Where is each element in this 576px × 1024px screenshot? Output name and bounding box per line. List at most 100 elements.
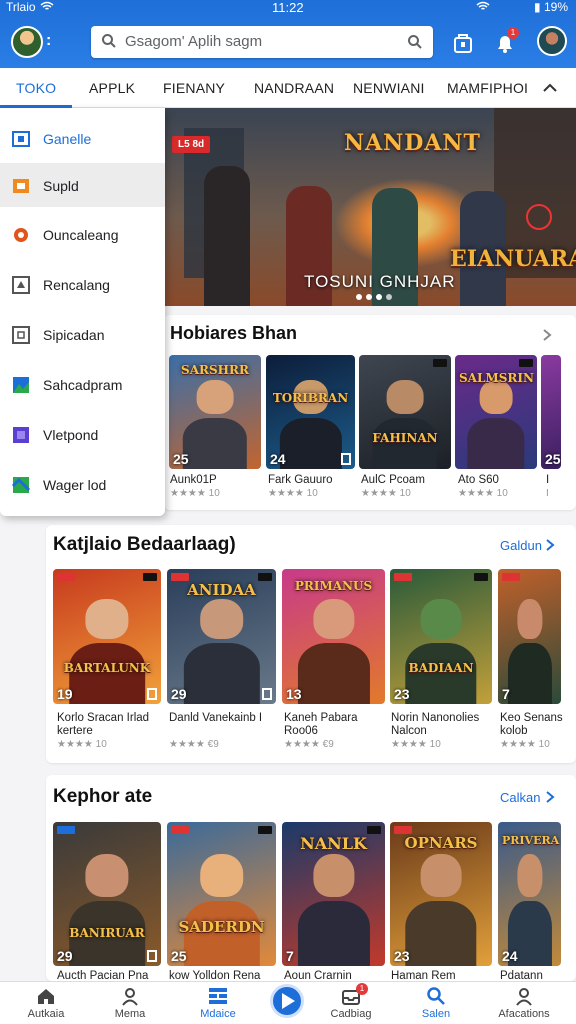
character-body: [405, 901, 477, 966]
game-name[interactable]: Kaneh Pabara Roo06: [284, 712, 384, 738]
tab-fienany[interactable]: FIENANY: [163, 80, 225, 96]
rating-badge: [502, 573, 520, 581]
platform-badge: [474, 573, 488, 581]
game-rank: 29: [171, 686, 187, 702]
game-tile[interactable]: SARSHRR 25: [169, 355, 261, 469]
banner-hero-1: [204, 166, 250, 306]
game-tile[interactable]: OPNARS 23: [390, 822, 492, 966]
menu-item-ganelle[interactable]: Ganelle: [0, 116, 165, 160]
home-icon: [38, 989, 54, 1004]
game-tile[interactable]: NANLK 7: [282, 822, 385, 966]
menu-item-supld[interactable]: Supld: [0, 163, 165, 207]
more-dots-icon[interactable]: :: [46, 32, 51, 50]
cube-icon: [12, 326, 30, 344]
game-name[interactable]: Keo Senans kolob: [500, 712, 570, 738]
game-tile[interactable]: FAHINAN: [359, 355, 451, 469]
game-tile[interactable]: BADIAAN 23: [390, 569, 492, 704]
nav-profile[interactable]: Mema: [90, 982, 170, 1024]
chevron-right-icon[interactable]: [540, 328, 554, 342]
banner-pager[interactable]: [356, 294, 392, 300]
bookmark-icon: [147, 688, 157, 700]
menu-item-sipicadan[interactable]: Sipicadan: [0, 312, 165, 356]
game-name[interactable]: I: [546, 474, 549, 487]
pager-dot[interactable]: [386, 294, 392, 300]
game-name[interactable]: Korlo Sracan Irlad kertere: [57, 712, 157, 738]
chevron-right-icon[interactable]: [543, 790, 557, 804]
game-tile[interactable]: ANIDAA 29: [167, 569, 276, 704]
frame-icon: [12, 131, 30, 147]
game-rank: 25: [173, 451, 189, 467]
menu-item-rencalang[interactable]: Rencalang: [0, 262, 165, 306]
nav-home[interactable]: Autkaia: [6, 982, 86, 1024]
chevron-right-icon[interactable]: [543, 538, 557, 552]
banner-badge: L5 8d: [172, 136, 211, 153]
nav-label: Mema: [114, 1008, 146, 1020]
user-avatar[interactable]: [537, 26, 567, 56]
grid-icon: [209, 988, 227, 1004]
game-art-title: PRIMANUS: [294, 579, 373, 593]
game-name[interactable]: Fark Gauuro: [268, 474, 333, 487]
menu-item-ouncaleang[interactable]: Ouncaleang: [0, 212, 165, 256]
game-name[interactable]: Norin Nanonolies Nalcon: [391, 712, 491, 738]
game-tile[interactable]: BARTALUNK 19: [53, 569, 161, 704]
game-tile[interactable]: PRIVERA 24: [498, 822, 561, 966]
photo-icon: [13, 427, 29, 443]
tab-mamfiphoi[interactable]: MAMFIPHOI: [447, 80, 528, 96]
game-tile[interactable]: TORIBRAN 24: [266, 355, 355, 469]
wifi-icon: [40, 1, 54, 10]
see-more-link[interactable]: Galdun: [500, 538, 542, 553]
tab-nandraan[interactable]: NANDRAAN: [254, 80, 334, 96]
map-icon: [12, 477, 30, 493]
menu-item-wager-lod[interactable]: Wager lod: [0, 462, 165, 506]
nav-apps[interactable]: Mdaice: [178, 982, 258, 1024]
pager-dot[interactable]: [376, 294, 382, 300]
rating-badge: [57, 573, 75, 581]
game-tile[interactable]: SALMSRIN: [455, 355, 537, 469]
game-tile[interactable]: PRIMANUS 13: [282, 569, 385, 704]
puzzle-icon: [12, 276, 30, 294]
menu-item-label: Rencalang: [43, 277, 110, 293]
game-name[interactable]: AulC Pcoam: [361, 474, 425, 487]
nav-library[interactable]: Cadbiag: [311, 982, 391, 1024]
chevron-up-icon[interactable]: [540, 78, 560, 98]
banner-title: EIANUARA: [450, 246, 576, 272]
banner-subtitle: TOSUNI GNHJAR: [304, 272, 456, 291]
character-head: [199, 598, 244, 640]
game-tile[interactable]: BANIRUAR 29: [53, 822, 161, 966]
featured-banner[interactable]: L5 8d NANDANT EIANUARA TOSUNI GNHJAR: [164, 108, 576, 306]
see-more-link[interactable]: Calkan: [500, 790, 540, 805]
tab-applk[interactable]: APPLK: [89, 80, 135, 96]
menu-item-vletpond[interactable]: Vletpond: [0, 412, 165, 456]
game-art-title: NANLK: [300, 834, 367, 853]
game-rank: 23: [394, 686, 410, 702]
character-head: [420, 598, 462, 640]
nav-label: Mdaice: [200, 1008, 236, 1020]
game-tile[interactable]: SADERDN 25: [167, 822, 276, 966]
search-bar[interactable]: Gsagom' Aplih sagm: [91, 26, 433, 58]
character-body: [507, 643, 552, 704]
pager-dot[interactable]: [356, 294, 362, 300]
section-title: Kephor ate: [53, 786, 153, 807]
platform-badge: [258, 573, 272, 581]
menu-item-sahcadpram[interactable]: Sahcadpram: [0, 362, 165, 406]
nav-search[interactable]: Salen: [396, 982, 476, 1024]
game-art-title: TORIBRAN: [272, 391, 349, 405]
game-rating: ★★★★ 10: [361, 488, 411, 499]
game-name[interactable]: Danld Vanekainb I: [169, 712, 269, 725]
tab-toko[interactable]: TOKO: [16, 80, 56, 96]
store-icon[interactable]: [450, 30, 476, 56]
person-icon: [122, 988, 138, 1006]
game-name[interactable]: Ato S60: [458, 474, 499, 487]
tab-nenwiani[interactable]: NENWIANI: [353, 80, 425, 96]
notification-badge: 1: [507, 27, 519, 39]
game-tile[interactable]: 7: [498, 569, 561, 704]
game-name[interactable]: Aunk01P: [170, 474, 217, 487]
search-submit-icon[interactable]: [407, 34, 423, 50]
nav-account[interactable]: Afacations: [484, 982, 564, 1024]
search-placeholder: Gsagom' Aplih sagm: [125, 33, 263, 50]
game-tile[interactable]: 25: [541, 355, 561, 469]
pager-dot[interactable]: [366, 294, 372, 300]
profile-avatar[interactable]: [11, 26, 43, 58]
character-body: [279, 417, 342, 469]
disc-icon: [14, 228, 28, 242]
